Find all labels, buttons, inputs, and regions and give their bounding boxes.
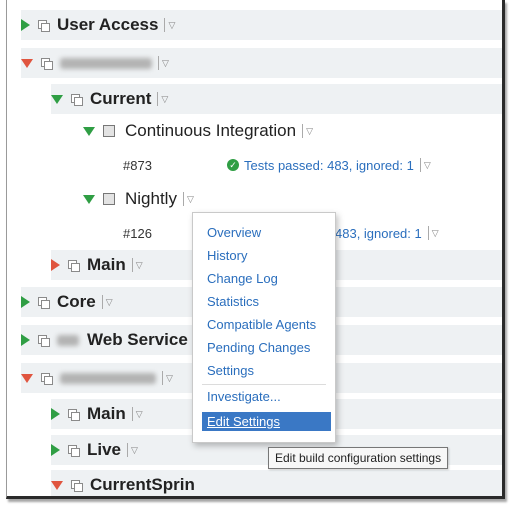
collapse-icon[interactable] [83, 126, 95, 136]
tooltip: Edit build configuration settings [268, 447, 449, 469]
build-config-name[interactable]: Nightly [125, 189, 177, 209]
build-config-icon [103, 125, 115, 137]
build-number[interactable]: #873 [123, 158, 152, 173]
chevron-down-icon[interactable]: ▽ [187, 194, 194, 205]
chevron-down-icon[interactable]: ▽ [136, 260, 143, 271]
chevron-down-icon[interactable]: ▽ [136, 409, 143, 420]
build-row-ci: #873 ✓ Tests passed: 483, ignored: 1 ▽ [7, 150, 502, 180]
chevron-down-icon[interactable]: ▽ [168, 20, 175, 31]
chevron-down-icon[interactable]: ▽ [432, 228, 439, 239]
menu-item-overview[interactable]: Overview [207, 225, 261, 240]
menu-item-investigate[interactable]: Investigate... [207, 389, 281, 404]
divider [182, 192, 184, 206]
project-icon [38, 19, 50, 32]
chevron-down-icon[interactable]: ▽ [424, 160, 431, 171]
divider [101, 295, 103, 309]
menu-item-change-log[interactable]: Change Log [207, 271, 278, 286]
project-name[interactable]: Main [87, 404, 126, 424]
expand-icon[interactable] [51, 259, 60, 271]
build-number[interactable]: #126 [123, 226, 152, 241]
tree-row-current-sprint[interactable]: CurrentSprin [51, 470, 502, 496]
project-icon [41, 57, 53, 70]
chevron-down-icon[interactable]: ▽ [162, 58, 169, 69]
divider [131, 258, 133, 272]
divider [158, 56, 159, 70]
expand-icon[interactable] [21, 296, 30, 308]
divider [427, 226, 429, 240]
project-icon [68, 259, 80, 272]
collapse-icon[interactable] [21, 373, 33, 383]
menu-item-compatible-agents[interactable]: Compatible Agents [207, 317, 316, 332]
project-name[interactable]: User Access [57, 15, 158, 35]
chevron-down-icon[interactable]: ▽ [306, 126, 313, 137]
expand-icon[interactable] [21, 19, 30, 31]
menu-item-statistics[interactable]: Statistics [207, 294, 259, 309]
chevron-down-icon[interactable]: ▽ [166, 373, 173, 384]
expand-icon[interactable] [51, 408, 60, 420]
menu-item-pending-changes[interactable]: Pending Changes [207, 340, 310, 355]
project-name[interactable]: Current [90, 89, 151, 109]
divider [162, 371, 163, 385]
divider [157, 92, 159, 106]
project-icon [68, 408, 80, 421]
project-icon [68, 444, 80, 457]
build-config-context-menu: Overview History Change Log Statistics C… [192, 212, 336, 443]
divider [127, 443, 129, 457]
chevron-down-icon[interactable]: ▽ [106, 297, 113, 308]
collapse-icon[interactable] [51, 480, 63, 490]
project-name[interactable]: Web Service [87, 330, 188, 350]
collapse-icon[interactable] [51, 94, 63, 104]
project-name[interactable]: Main [87, 255, 126, 275]
tree-row-blurred-project[interactable]: ▽ [21, 48, 502, 78]
project-name[interactable]: Live [87, 440, 121, 460]
menu-item-settings[interactable]: Settings [207, 363, 254, 378]
menu-item-history[interactable]: History [207, 248, 247, 263]
build-config-icon [103, 193, 115, 205]
tree-row-nightly[interactable]: Nightly ▽ [83, 184, 502, 214]
collapse-icon[interactable] [83, 194, 95, 204]
divider [131, 407, 133, 421]
expand-icon[interactable] [51, 444, 60, 456]
project-icon [71, 93, 83, 106]
chevron-down-icon[interactable]: ▽ [161, 94, 168, 105]
divider [419, 158, 421, 172]
check-circle-icon: ✓ [227, 159, 239, 171]
project-icon [71, 479, 83, 492]
expand-icon[interactable] [21, 334, 30, 346]
build-status[interactable]: ✓ Tests passed: 483, ignored: 1 ▽ [227, 158, 431, 173]
build-status[interactable]: 483, ignored: 1 ▽ [335, 226, 439, 241]
project-name[interactable]: CurrentSprin [90, 475, 195, 495]
project-icon [41, 372, 53, 385]
divider [302, 124, 304, 138]
collapse-icon[interactable] [21, 58, 33, 68]
build-status-text[interactable]: 483, ignored: 1 [335, 226, 422, 241]
build-status-text[interactable]: Tests passed: 483, ignored: 1 [244, 158, 414, 173]
tree-row-continuous-integration[interactable]: Continuous Integration ▽ [83, 116, 502, 146]
project-icon [38, 296, 50, 309]
menu-divider [202, 384, 326, 385]
redacted-project-name [60, 372, 156, 384]
tree-row-current[interactable]: Current ▽ [51, 84, 502, 114]
divider [164, 18, 166, 32]
redacted-project-name [60, 57, 152, 69]
build-config-name[interactable]: Continuous Integration [125, 121, 296, 141]
tree-row-user-access[interactable]: User Access ▽ [21, 10, 502, 40]
project-name[interactable]: Core [57, 292, 96, 312]
redacted-prefix [57, 334, 79, 346]
menu-item-edit-settings[interactable]: Edit Settings [202, 412, 331, 431]
chevron-down-icon[interactable]: ▽ [131, 445, 138, 456]
project-icon [38, 334, 50, 347]
